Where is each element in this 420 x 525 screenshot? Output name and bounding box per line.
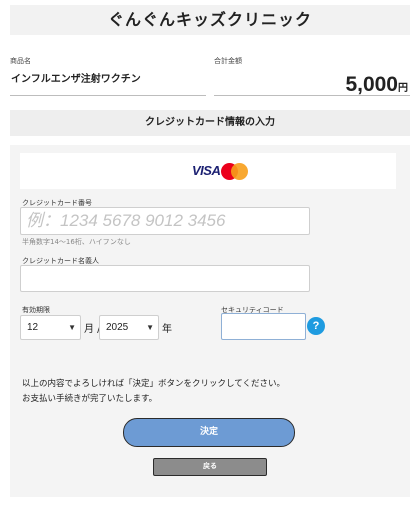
expiry-month-select[interactable]: 12 ▼	[20, 315, 81, 340]
amount-unit: 円	[398, 83, 408, 94]
back-button[interactable]: 戻る	[153, 458, 267, 476]
chevron-down-icon: ▼	[68, 323, 76, 332]
clinic-title-bar: ぐんぐんキッズクリニック	[10, 5, 410, 35]
card-form-panel: VISA クレジットカード番号 半角数字14～16桁、ハイフンなし クレジットカ…	[10, 145, 410, 497]
security-code-input[interactable]	[221, 313, 306, 340]
expiry-year-select[interactable]: 2025 ▼	[99, 315, 159, 340]
card-name-input[interactable]	[20, 265, 310, 292]
page-title: ぐんぐんキッズクリニック	[107, 10, 312, 29]
expiry-label: 有効期限	[22, 306, 50, 314]
submit-button[interactable]: 決定	[123, 418, 295, 447]
expiry-month-value: 12	[27, 322, 39, 333]
section-title: クレジットカード情報の入力	[145, 117, 275, 128]
help-icon[interactable]: ?	[307, 317, 325, 335]
card-number-input[interactable]	[20, 207, 310, 235]
message-line-2: お支払い手続きが完了いたします。	[22, 394, 158, 404]
confirmation-message: 以上の内容でよろしければ「決定」ボタンをクリックしてください。 お支払い手続きが…	[22, 377, 392, 407]
section-header: クレジットカード情報の入力	[10, 110, 410, 136]
expiry-year-value: 2025	[106, 322, 129, 333]
amount-row: 5,000円	[345, 73, 408, 97]
product-field: 商品名 インフルエンザ注射ワクチン	[10, 50, 206, 96]
year-unit: 年	[162, 324, 172, 335]
mastercard-logo-icon	[221, 163, 248, 180]
amount-field: 合計金額 5,000円	[214, 50, 410, 96]
product-name: インフルエンザ注射ワクチン	[11, 74, 141, 85]
message-line-1: 以上の内容でよろしければ「決定」ボタンをクリックしてください。	[22, 379, 285, 389]
amount-label: 合計金額	[214, 57, 242, 65]
card-number-hint: 半角数字14～16桁、ハイフンなし	[22, 238, 131, 246]
product-label: 商品名	[10, 57, 31, 65]
chevron-down-icon: ▼	[146, 323, 154, 332]
card-brand-box: VISA	[20, 153, 396, 189]
visa-logo: VISA	[192, 163, 221, 178]
amount-value: 5,000	[345, 73, 398, 96]
